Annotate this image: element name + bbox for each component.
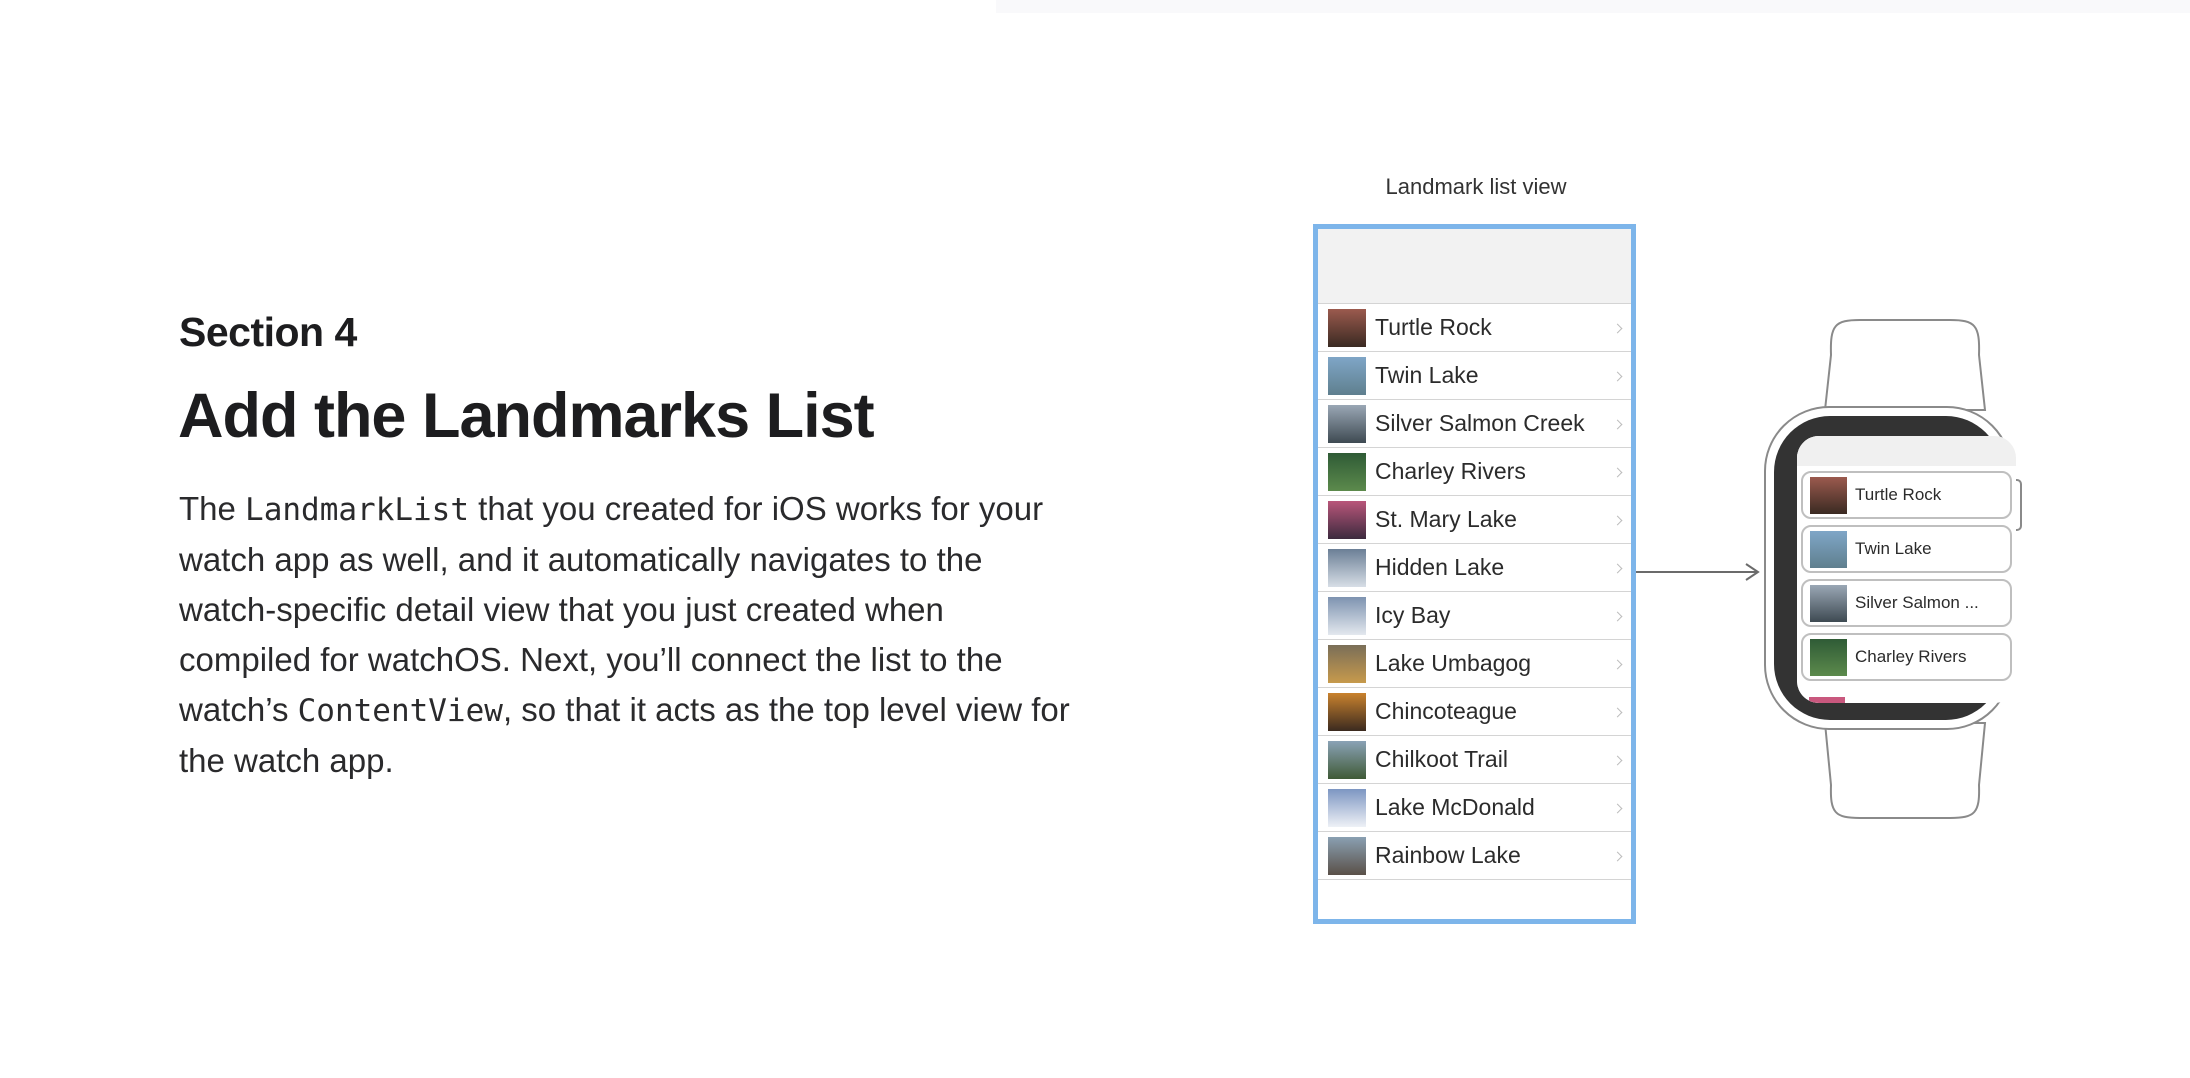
section-label: Section 4 — [179, 309, 357, 355]
chevron-right-icon — [1612, 515, 1623, 525]
landmark-name: Icy Bay — [1375, 602, 1451, 628]
landmark-thumbnail — [1328, 452, 1366, 491]
landmark-thumbnail — [1328, 644, 1366, 683]
watch-landmark-name: Turtle Rock — [1855, 485, 1942, 504]
code-landmarklist: LandmarkList — [245, 492, 470, 528]
landmark-thumbnail — [1328, 740, 1366, 779]
landmark-thumbnail — [1328, 308, 1366, 347]
watch-landmark-thumbnail — [1810, 530, 1847, 568]
page-title: Add the Landmarks List — [178, 381, 875, 451]
landmark-thumbnail — [1328, 356, 1366, 395]
top-strip — [996, 0, 2190, 13]
watch-header — [1797, 436, 2016, 466]
chevron-right-icon — [1612, 659, 1623, 669]
landmark-name: Turtle Rock — [1375, 314, 1492, 340]
landmark-row[interactable]: Icy Bay — [1318, 592, 1631, 640]
landmark-name: Hidden Lake — [1375, 554, 1505, 580]
intro-text-1: The — [179, 490, 246, 527]
landmark-thumbnail — [1328, 404, 1366, 443]
chevron-right-icon — [1612, 611, 1623, 621]
watch-screen: Turtle Rock Twin Lake Silver Salmon ... Cha… — [1797, 436, 2016, 703]
landmark-row[interactable]: St. Mary Lake — [1318, 496, 1631, 544]
landmark-thumbnail — [1328, 788, 1366, 827]
watch-landmark-name: Silver Salmon ... — [1855, 593, 1979, 612]
arrow-icon — [1636, 563, 1760, 581]
watch-landmark-thumbnail — [1810, 584, 1847, 622]
watch-next-row-peek — [1809, 697, 1845, 703]
landmark-name: Charley Rivers — [1375, 458, 1526, 484]
landmark-name: Twin Lake — [1375, 362, 1479, 388]
chevron-right-icon — [1612, 707, 1623, 717]
landmark-thumbnail — [1328, 596, 1366, 635]
landmark-row[interactable]: Lake McDonald — [1318, 784, 1631, 832]
watch-landmark-row[interactable]: Charley Rivers — [1801, 633, 2012, 681]
watch-landmark-row[interactable]: Turtle Rock — [1801, 471, 2012, 519]
landmark-row[interactable]: Silver Salmon Creek — [1318, 400, 1631, 448]
landmark-list-frame: Turtle Rock Twin Lake Silver Salmon Creek C… — [1313, 224, 1636, 924]
landmark-row[interactable]: Rainbow Lake — [1318, 832, 1631, 880]
landmark-row[interactable]: Turtle Rock — [1318, 304, 1631, 352]
chevron-right-icon — [1612, 851, 1623, 861]
landmark-row[interactable]: Chincoteague — [1318, 688, 1631, 736]
landmark-row[interactable]: Charley Rivers — [1318, 448, 1631, 496]
landmark-row[interactable]: Hidden Lake — [1318, 544, 1631, 592]
chevron-right-icon — [1612, 323, 1623, 333]
landmark-name: Chincoteague — [1375, 698, 1517, 724]
watch-landmark-thumbnail — [1810, 476, 1847, 514]
chevron-right-icon — [1612, 419, 1623, 429]
landmark-thumbnail — [1328, 548, 1366, 587]
landmark-name: Lake McDonald — [1375, 794, 1535, 820]
landmark-thumbnail — [1328, 692, 1366, 731]
landmark-name: Rainbow Lake — [1375, 842, 1521, 868]
landmark-row[interactable]: Chilkoot Trail — [1318, 736, 1631, 784]
chevron-right-icon — [1612, 563, 1623, 573]
watch-landmark-row[interactable]: Twin Lake — [1801, 525, 2012, 573]
chevron-right-icon — [1612, 371, 1623, 381]
landmark-thumbnail — [1328, 836, 1366, 875]
watch-landmark-row[interactable]: Silver Salmon ... — [1801, 579, 2012, 627]
landmark-name: Chilkoot Trail — [1375, 746, 1508, 772]
watch-landmark-name: Charley Rivers — [1855, 647, 1967, 666]
chevron-right-icon — [1612, 755, 1623, 765]
watch-landmark-name: Twin Lake — [1855, 539, 1932, 558]
code-contentview: ContentView — [297, 693, 503, 729]
chevron-right-icon — [1612, 467, 1623, 477]
landmark-thumbnail — [1328, 500, 1366, 539]
landmark-name: Silver Salmon Creek — [1375, 410, 1585, 436]
landmark-list: Turtle Rock Twin Lake Silver Salmon Creek C… — [1318, 304, 1631, 880]
landmark-row[interactable]: Lake Umbagog — [1318, 640, 1631, 688]
chevron-right-icon — [1612, 803, 1623, 813]
landmark-name: St. Mary Lake — [1375, 506, 1517, 532]
navigation-bar — [1318, 229, 1631, 304]
landmark-row[interactable]: Twin Lake — [1318, 352, 1631, 400]
diagram-caption: Landmark list view — [1385, 174, 1567, 199]
landmark-name: Lake Umbagog — [1375, 650, 1531, 676]
intro-paragraph: The LandmarkList that you created for iO… — [179, 484, 1079, 786]
watch-landmark-thumbnail — [1810, 638, 1847, 676]
